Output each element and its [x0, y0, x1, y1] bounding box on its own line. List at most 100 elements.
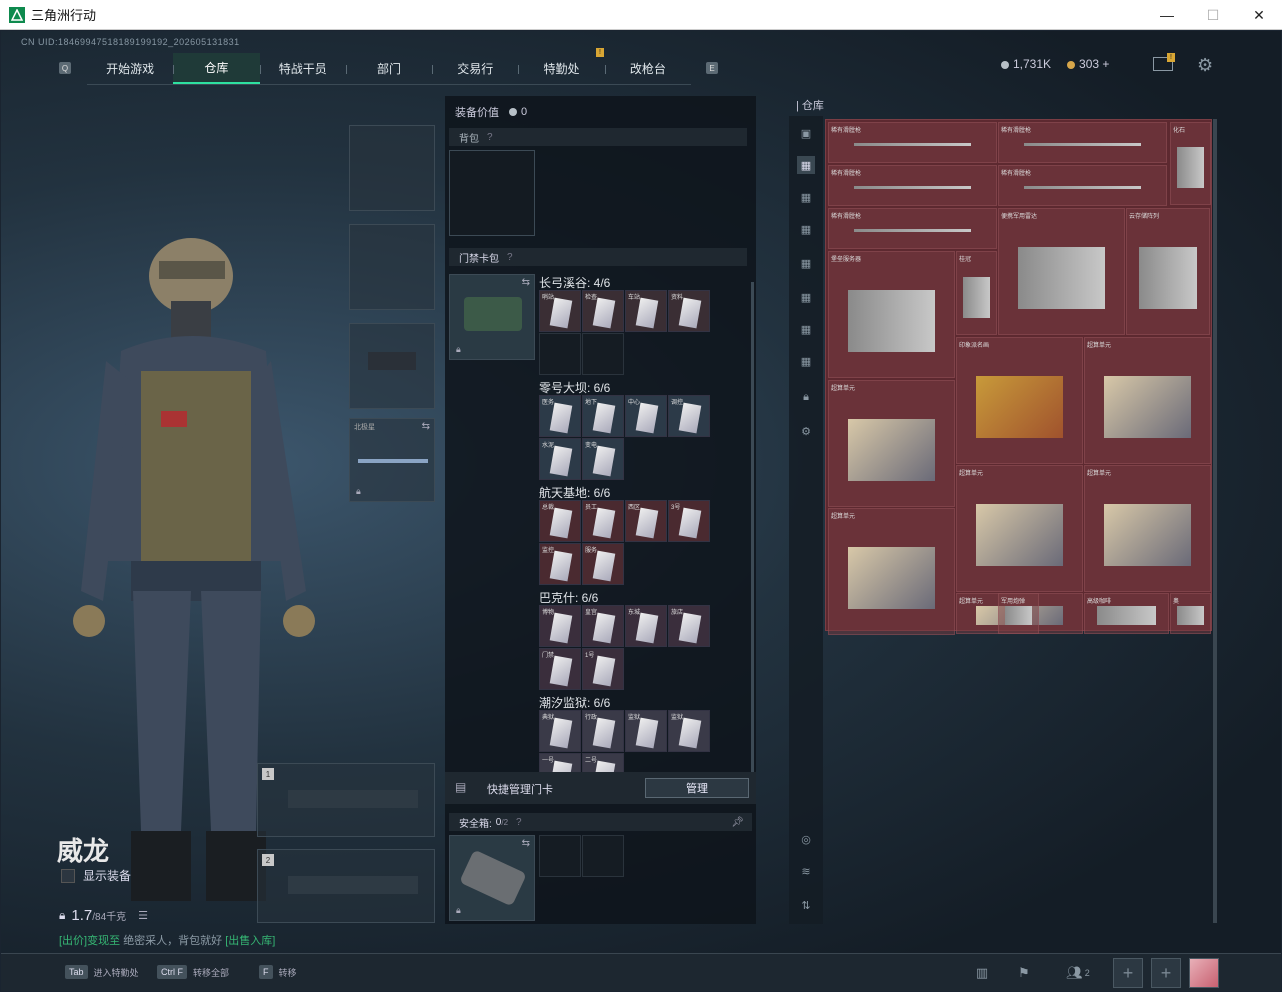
warehouse-item[interactable]: 稀有滑膛枪 [828, 122, 997, 163]
keycard-item[interactable]: 3号 [668, 500, 710, 542]
squad-icon[interactable]: 👥︎ 2 [1061, 960, 1095, 986]
layers-icon[interactable]: ≋ [797, 862, 815, 880]
empty-keycard-slot[interactable] [539, 333, 581, 375]
keycard-item[interactable]: 1号 [582, 648, 624, 690]
keycard-item[interactable]: 医务 [539, 395, 581, 437]
filter-icon[interactable]: ◎ [797, 830, 815, 848]
player-avatar[interactable] [1189, 958, 1219, 988]
help-icon[interactable]: ? [516, 817, 522, 828]
empty-keycard-slot[interactable] [582, 333, 624, 375]
storage-tab-2-icon[interactable]: ▦ [797, 188, 815, 206]
locked-tab-icon[interactable]: 🔒︎ [797, 388, 815, 406]
keycard-item[interactable]: 监狱 [668, 710, 710, 752]
tab-3[interactable]: 部门 [345, 53, 432, 84]
swap-icon[interactable]: ⇆ [422, 421, 430, 432]
keycard-item[interactable]: 总裁 [539, 500, 581, 542]
keycard-case-slot[interactable]: ⇆ 🔒︎ [449, 274, 535, 360]
tab-1[interactable]: 仓库 [173, 53, 260, 84]
add-currency-button[interactable]: + [1102, 57, 1109, 71]
warehouse-item[interactable]: 超算单元 [1084, 337, 1211, 464]
safe-cell[interactable] [582, 835, 624, 877]
keycard-item[interactable]: 行政 [582, 710, 624, 752]
warehouse-scrollbar[interactable] [1213, 119, 1217, 923]
armor-slot[interactable] [349, 224, 435, 310]
all-items-icon[interactable]: ▣ [797, 124, 815, 142]
secondary-weapon-slot[interactable]: 2 [257, 849, 435, 923]
warehouse-item[interactable]: 化石 [1170, 122, 1211, 205]
pin-icon[interactable]: 📌︎ [731, 817, 744, 828]
tip-link[interactable]: [出售入库] [225, 935, 275, 947]
nav-next-key[interactable]: E [706, 62, 718, 74]
primary-weapon-slot[interactable]: 1 [257, 763, 435, 837]
invite-slot-button[interactable]: + [1113, 958, 1143, 988]
backpack-slot[interactable] [449, 150, 535, 236]
help-icon[interactable]: ? [507, 252, 513, 263]
minimize-button[interactable]: — [1144, 0, 1190, 30]
warehouse-item[interactable]: 堡垒服务器 [828, 251, 955, 378]
tab-6[interactable]: 改枪台 [604, 53, 691, 84]
keycard-item[interactable]: 皇宫 [582, 605, 624, 647]
settings-gear-icon[interactable]: ⚙ [1197, 55, 1213, 76]
storage-tab-5-icon[interactable]: ▦ [797, 288, 815, 306]
melee-slot[interactable]: 北极星 ⇆ 🔒︎ [349, 418, 435, 502]
warehouse-item[interactable]: 云存储阵列 [1126, 208, 1210, 335]
warehouse-item[interactable]: 稀有滑膛枪 [828, 165, 997, 206]
key-hint[interactable]: F 转移 [259, 965, 297, 979]
warehouse-item[interactable]: 桂冠 [956, 251, 997, 335]
keycard-item[interactable]: 员工 [582, 500, 624, 542]
keycard-item[interactable]: 博物 [539, 605, 581, 647]
storage-tab-7-icon[interactable]: ▦ [797, 352, 815, 370]
warehouse-item[interactable]: 超算单元 [828, 508, 955, 635]
keycard-item[interactable]: 监狱 [625, 710, 667, 752]
safe-box-slot[interactable]: ⇆ 🔒︎ [449, 835, 535, 921]
warehouse-item[interactable]: 稀有滑膛枪 [998, 122, 1167, 163]
storage-tab-6-icon[interactable]: ▦ [797, 320, 815, 338]
key-hint[interactable]: Tab 进入特勤处 [65, 965, 139, 979]
keycard-item[interactable]: 典狱 [539, 710, 581, 752]
storage-tab-icon[interactable]: ▦ [797, 156, 815, 174]
list-icon[interactable]: ☰ [138, 909, 148, 922]
show-gear-toggle[interactable]: 显示装备 [61, 867, 131, 884]
show-gear-checkbox[interactable] [61, 868, 75, 883]
invite-slot-button[interactable]: + [1151, 958, 1181, 988]
keycard-item[interactable]: 车站 [625, 290, 667, 332]
warehouse-item[interactable]: 超算单元 [828, 380, 955, 507]
keycard-item[interactable]: 哨站 [539, 290, 581, 332]
keycard-item[interactable]: 监控 [539, 543, 581, 585]
tab-4[interactable]: 交易行 [432, 53, 518, 84]
keycard-item[interactable]: 西区 [625, 500, 667, 542]
maximize-button[interactable]: ☐ [1190, 0, 1236, 30]
sort-icon[interactable]: ⇅ [797, 896, 815, 914]
warehouse-item[interactable]: 稀有滑膛枪 [828, 208, 997, 249]
keycard-item[interactable]: 变电 [582, 438, 624, 480]
warehouse-item[interactable]: 便携军用雷达 [998, 208, 1125, 335]
storage-tab-4-icon[interactable]: ▦ [797, 254, 815, 272]
pistol-slot[interactable] [349, 323, 435, 409]
swap-icon[interactable]: ⇆ [522, 277, 530, 288]
keycard-item[interactable]: 门禁 [539, 648, 581, 690]
warehouse-item[interactable]: 奥 [1170, 593, 1211, 634]
close-button[interactable]: ✕ [1236, 0, 1282, 30]
keycard-item[interactable]: 旅店 [668, 605, 710, 647]
swap-icon[interactable]: ⇆ [522, 838, 530, 849]
middle-scrollbar[interactable] [751, 282, 754, 772]
manage-button[interactable]: 管理 [645, 778, 749, 798]
warehouse-item[interactable]: 高级咖啡 [1084, 593, 1169, 634]
warehouse-item[interactable]: 稀有滑膛枪 [998, 165, 1167, 206]
keycard-item[interactable]: 资料 [668, 290, 710, 332]
keycard-item[interactable]: 东城 [625, 605, 667, 647]
warehouse-item[interactable]: 超算单元 [1084, 465, 1211, 592]
help-icon[interactable]: ? [487, 132, 493, 143]
keycard-item[interactable]: 水泥 [539, 438, 581, 480]
warehouse-item[interactable]: 军用炮弹 [998, 593, 1039, 634]
keycard-item[interactable]: 服务 [582, 543, 624, 585]
keycard-item[interactable]: 地下 [582, 395, 624, 437]
flag-icon[interactable]: ⚑ [1011, 960, 1037, 986]
warehouse-settings-icon[interactable]: ⚙ [797, 422, 815, 440]
nav-prev-key[interactable]: Q [59, 62, 71, 74]
keycard-item[interactable]: 中心 [625, 395, 667, 437]
tab-2[interactable]: 特战干员 [259, 53, 346, 84]
keycard-item[interactable]: 检查 [582, 290, 624, 332]
key-hint[interactable]: Ctrl F 转移全部 [157, 965, 229, 979]
helmet-slot[interactable] [349, 125, 435, 211]
